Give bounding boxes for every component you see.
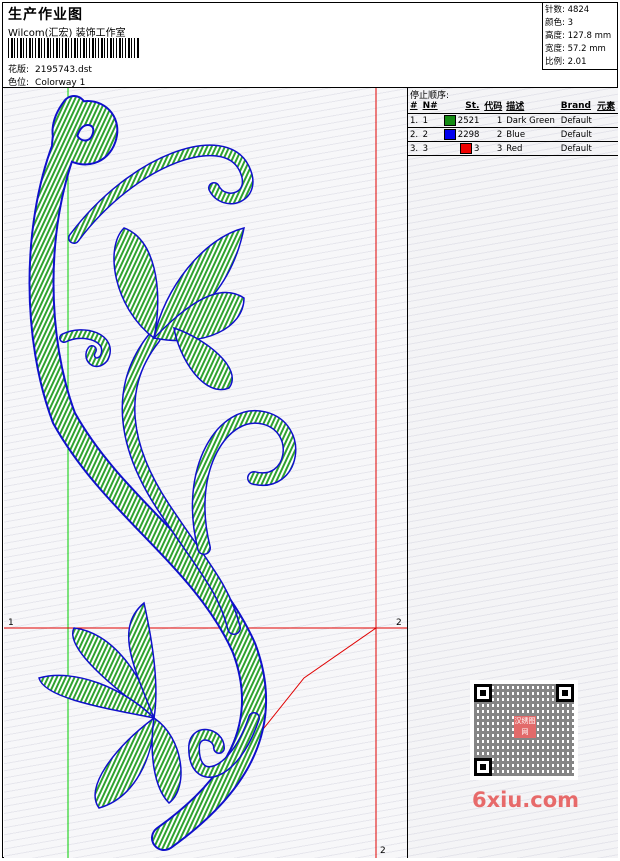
row-needle: 1 — [420, 113, 441, 128]
row-element — [595, 127, 618, 142]
stitch-count: 针数: 4824 — [545, 5, 590, 15]
col-description: 描述 — [506, 102, 525, 112]
row-code: 1 — [481, 113, 505, 128]
barcode-image — [8, 38, 140, 58]
color-swatch — [460, 143, 472, 154]
colorway-line: 色位: Colorway 1 — [8, 75, 85, 88]
leaf — [94, 716, 155, 809]
embroidery-preview: 1 2 2 — [4, 88, 408, 858]
design-file-line: 花版: 2195743.dst — [8, 62, 92, 75]
row-description: Blue — [504, 127, 559, 142]
col-brand: Brand — [560, 100, 592, 111]
leaf — [113, 227, 159, 340]
color-swatch — [443, 115, 456, 126]
design-height: 高度: 127.8 mm — [545, 31, 612, 41]
leaf — [151, 716, 182, 804]
col-needle: N# — [422, 100, 438, 111]
row-element — [595, 141, 618, 156]
qr-finder — [556, 684, 574, 702]
row-stitch-value: 2298 — [457, 130, 480, 140]
col-stitches: St. — [465, 100, 480, 111]
bottom-flower — [38, 601, 182, 809]
table-header-row: # N# St. 代码 描述 Brand 元素 — [408, 98, 618, 114]
row-stitch-value: 3 — [474, 144, 480, 154]
row-stitch-value: 2521 — [457, 116, 480, 126]
design-file-label: 花版: — [8, 65, 30, 75]
row-brand: Default — [558, 113, 596, 128]
header-panel: 生产作业图 Wilcom(汇宏) 装饰工作室 花版: 2195743.dst 色位… — [2, 2, 618, 88]
embroidery-design — [4, 88, 407, 858]
row-index: 1. — [408, 113, 421, 128]
top-curl-fill — [69, 145, 253, 243]
colorway-value: Colorway 1 — [35, 78, 86, 88]
row-description: Dark Green — [504, 113, 559, 128]
guide-marker-bottom: 2 — [380, 846, 386, 856]
color-count: 颜色: 3 — [545, 18, 573, 28]
col-index: # — [410, 100, 418, 111]
design-file-value: 2195743.dst — [35, 65, 92, 75]
guide-marker-right: 2 — [396, 618, 402, 628]
row-code: 3 — [481, 141, 505, 156]
row-description: Red — [504, 141, 559, 156]
qr-code: 汉绣图网 — [470, 680, 578, 780]
guide-marker-left: 1 — [8, 618, 14, 628]
row-needle: 2 — [420, 127, 441, 142]
col-code: 代码 — [484, 102, 503, 112]
qr-logo: 汉绣图网 — [514, 716, 536, 738]
row-code: 2 — [481, 127, 505, 142]
table-row: 3. 3 3 3 Red Default — [408, 141, 618, 156]
col-element: 元素 — [597, 102, 616, 112]
row-element — [595, 113, 618, 128]
colorway-label: 色位: — [8, 78, 30, 88]
row-stitches: 2521 — [440, 113, 482, 128]
company-name: Wilcom(汇宏) 装饰工作室 — [8, 28, 126, 39]
row-stitches: 3 — [440, 141, 482, 156]
row-brand: Default — [558, 141, 596, 156]
row-needle: 3 — [420, 141, 441, 156]
qr-finder — [474, 684, 492, 702]
design-width: 宽度: 57.2 mm — [545, 44, 606, 54]
stop-sequence-table: # N# St. 代码 描述 Brand 元素 1. 1 2521 1 Dark… — [408, 98, 618, 156]
table-row: 2. 2 2298 2 Blue Default — [408, 127, 618, 142]
row-brand: Default — [558, 127, 596, 142]
mid-curl-outline — [191, 409, 297, 555]
qr-finder — [474, 758, 492, 776]
watermark-logo: 6xiu.com — [472, 788, 580, 812]
table-row: 1. 1 2521 1 Dark Green Default — [408, 113, 618, 128]
design-stats: 针数: 4824 颜色: 3 高度: 127.8 mm 宽度: 57.2 mm … — [542, 2, 618, 70]
color-swatch — [443, 129, 456, 140]
row-index: 3. — [408, 141, 421, 156]
page-title: 生产作业图 — [8, 7, 83, 23]
row-index: 2. — [408, 127, 421, 142]
row-stitches: 2298 — [440, 127, 482, 142]
design-ratio: 比例: 2.01 — [545, 57, 587, 67]
